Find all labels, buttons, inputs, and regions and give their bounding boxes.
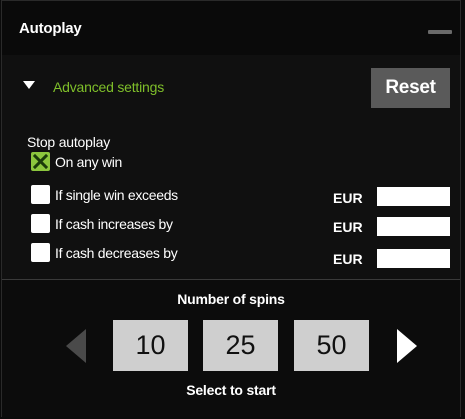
cash-decrease-amount-input[interactable] (377, 249, 450, 268)
checkbox-cash-increases[interactable] (31, 214, 50, 233)
cash-increase-amount-input[interactable] (377, 217, 450, 236)
option-cash-decreases[interactable]: If cash decreases by (31, 243, 178, 262)
panel-title: Autoplay (19, 20, 82, 37)
select-to-start-hint: Select to start (186, 382, 276, 398)
advanced-settings-row: Advanced settings Reset (2, 55, 460, 125)
option-cash-increases[interactable]: If cash increases by (31, 214, 173, 233)
option-label: If cash increases by (55, 215, 173, 232)
stop-autoplay-heading: Stop autoplay (27, 134, 111, 150)
option-label: On any win (55, 153, 123, 170)
title-bar: Autoplay (2, 1, 460, 55)
arrow-left-icon[interactable] (66, 329, 86, 363)
reset-button[interactable]: Reset (371, 68, 450, 108)
advanced-settings-label: Advanced settings (53, 79, 165, 95)
checkbox-single-win-exceeds[interactable] (31, 185, 50, 204)
advanced-settings-toggle[interactable]: Advanced settings (23, 79, 164, 95)
arrow-right-icon[interactable] (397, 329, 417, 363)
single-win-amount-input[interactable] (377, 187, 450, 206)
check-x-icon (33, 154, 48, 169)
autoplay-panel: Autoplay Advanced settings Reset Stop au… (1, 0, 461, 417)
checkbox-on-any-win[interactable] (31, 152, 50, 171)
currency-label: EUR (333, 219, 363, 235)
checkbox-cash-decreases[interactable] (31, 243, 50, 262)
number-of-spins-label: Number of spins (177, 291, 285, 307)
option-on-any-win[interactable]: On any win (31, 152, 122, 171)
spins-option-50[interactable]: 50 (294, 320, 369, 371)
spins-section: Number of spins 10 25 50 Select to start (2, 280, 460, 417)
option-single-win-exceeds[interactable]: If single win exceeds (31, 185, 178, 204)
currency-label: EUR (333, 190, 363, 206)
option-label: If cash decreases by (55, 244, 178, 261)
option-label: If single win exceeds (55, 186, 178, 203)
triangle-down-icon (23, 81, 35, 89)
currency-label: EUR (333, 251, 363, 267)
spins-option-25[interactable]: 25 (203, 320, 278, 371)
minimize-icon[interactable] (428, 30, 452, 34)
spins-option-10[interactable]: 10 (113, 320, 188, 371)
